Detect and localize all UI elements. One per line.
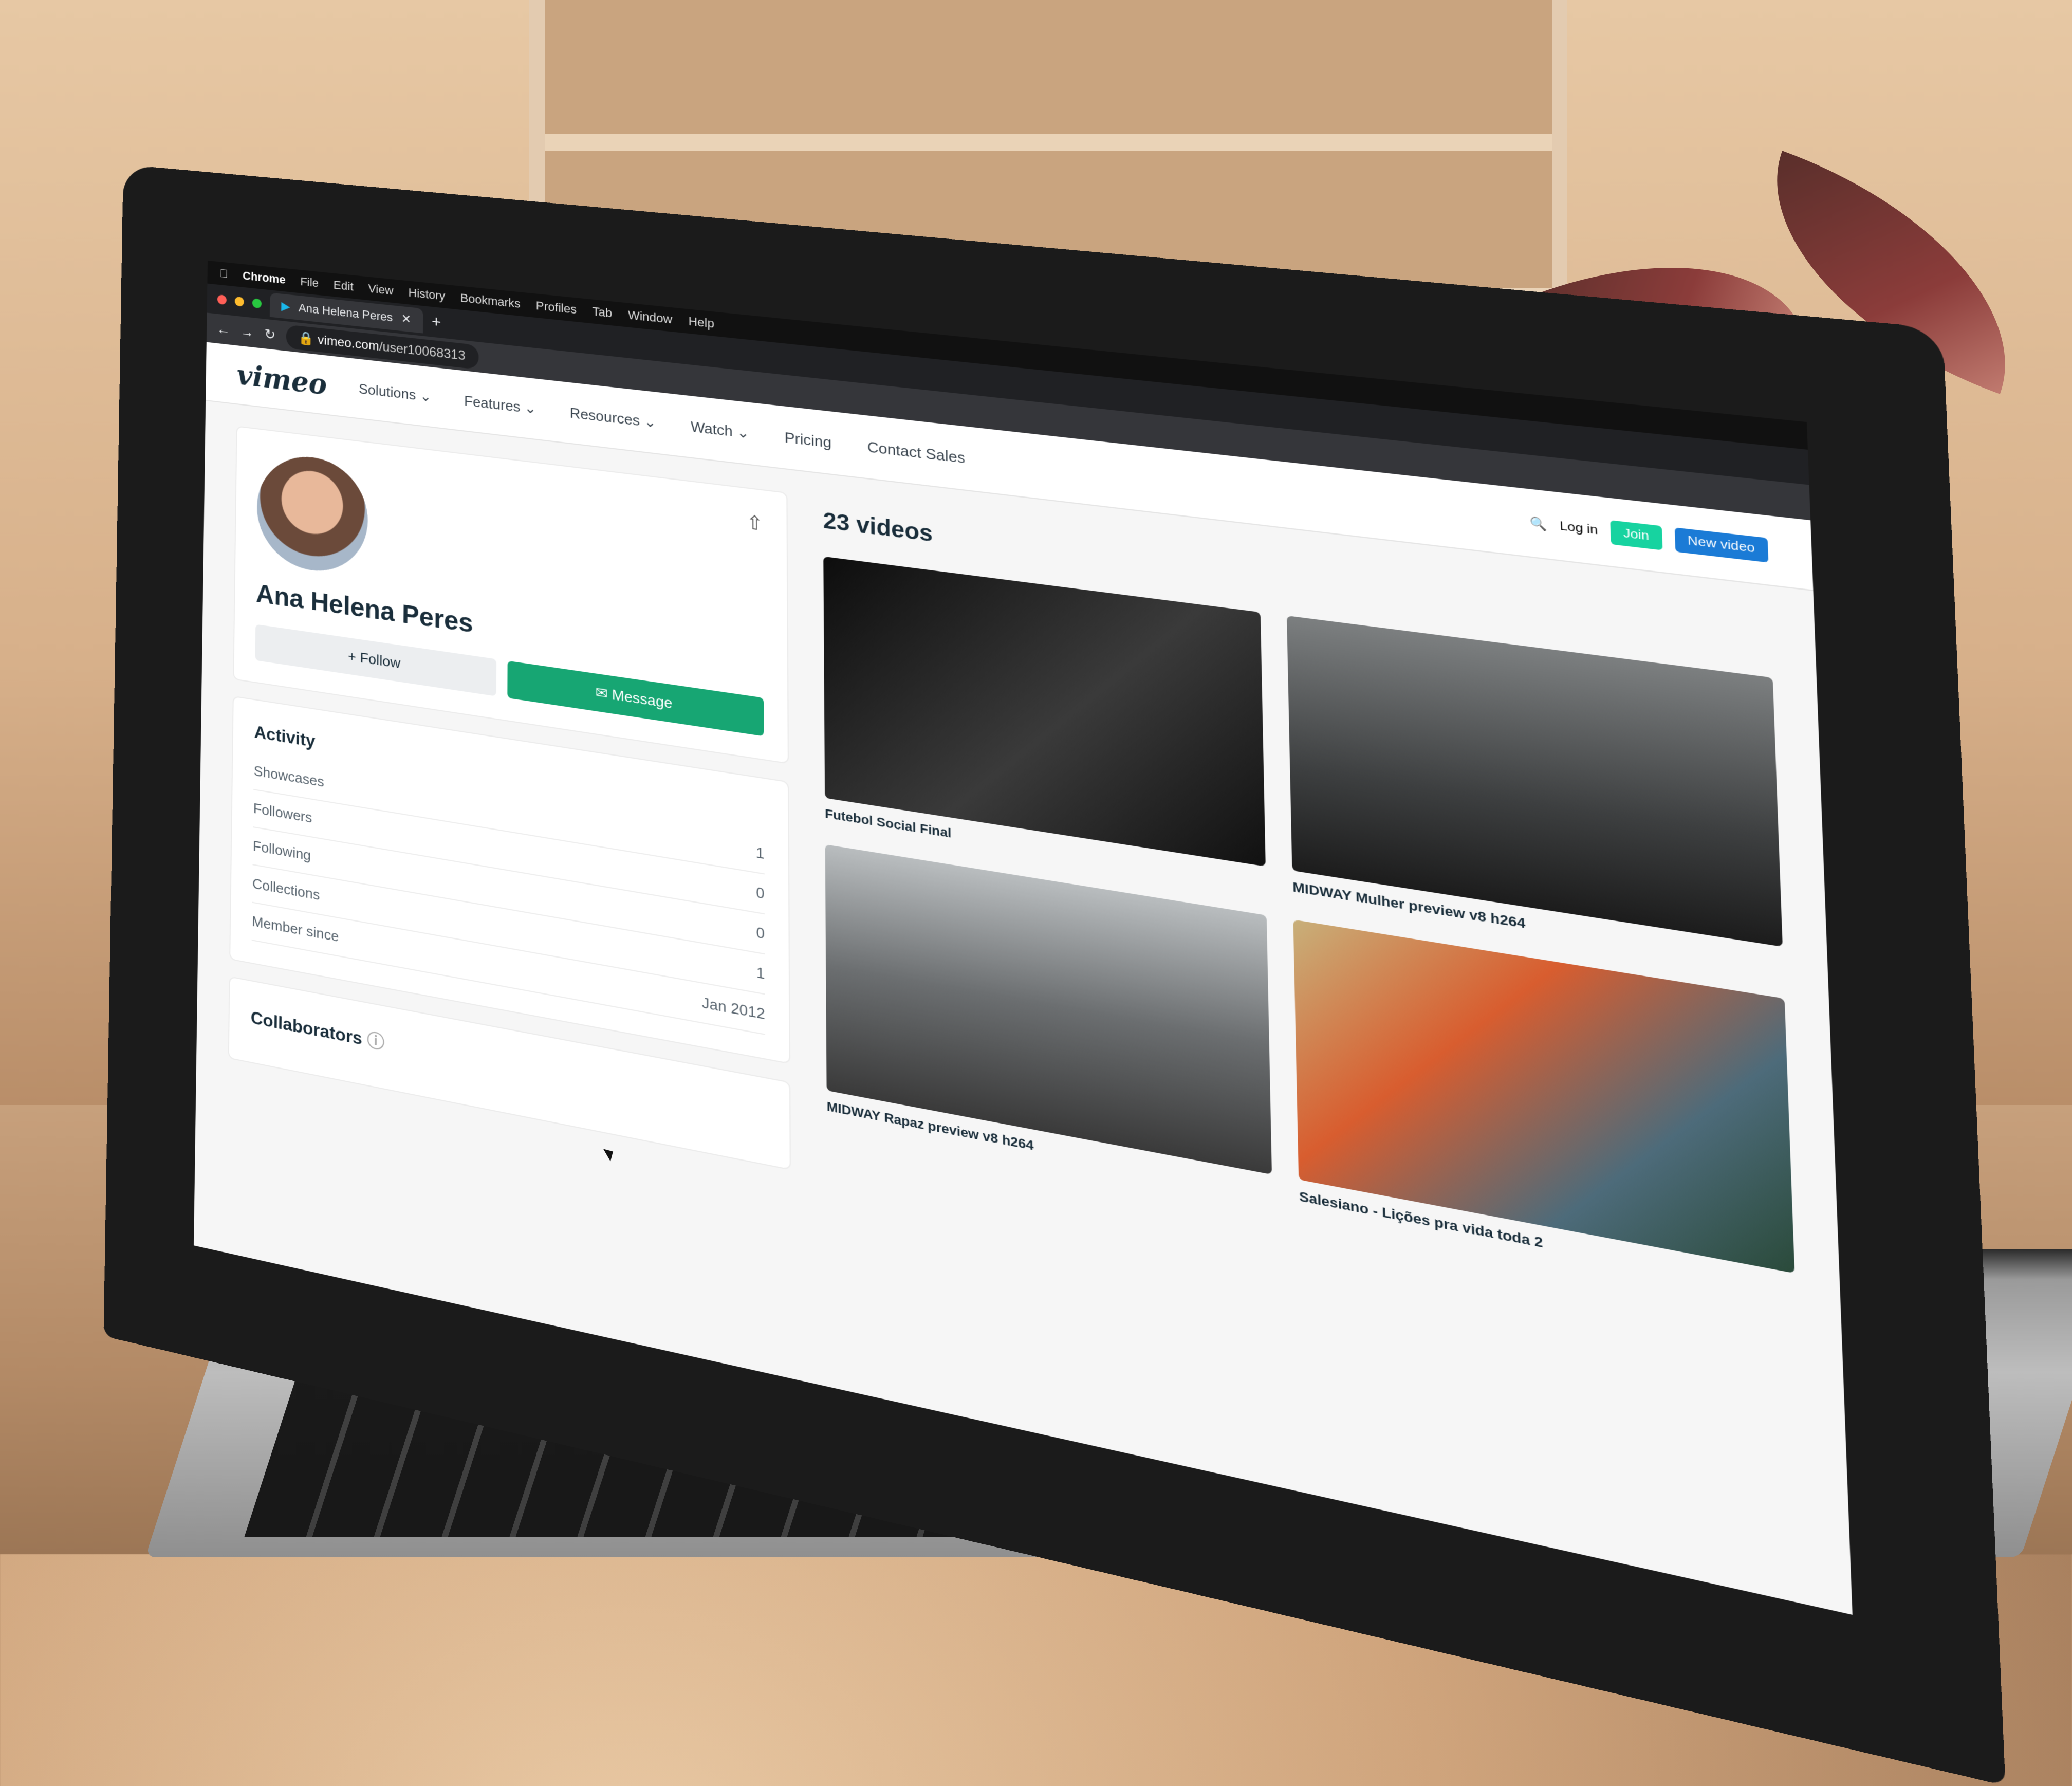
video-item[interactable]: MIDWAY Rapaz preview v8 h264 — [825, 844, 1272, 1200]
vimeo-favicon-icon: ▶ — [281, 299, 290, 314]
apple-icon[interactable]:  — [219, 266, 228, 281]
lock-icon: 🔒 — [299, 330, 318, 347]
forward-icon[interactable]: → — [240, 323, 254, 341]
menu-edit[interactable]: Edit — [334, 278, 354, 294]
nav-pricing[interactable]: Pricing — [785, 429, 832, 452]
tab-title: Ana Helena Peres — [299, 301, 393, 324]
nav-resources[interactable]: Resources ⌄ — [570, 404, 656, 431]
url-path: /user10068313 — [379, 339, 466, 363]
video-item[interactable]: MIDWAY Mulher preview v8 h264 — [1287, 616, 1784, 973]
menu-chrome[interactable]: Chrome — [243, 269, 286, 287]
new-video-button[interactable]: New video — [1674, 527, 1768, 562]
menu-history[interactable]: History — [409, 286, 446, 303]
login-link[interactable]: Log in — [1560, 519, 1598, 538]
url-host: vimeo.com — [318, 333, 379, 354]
laptop-screen:  Chrome File Edit View History Bookmark… — [194, 261, 1853, 1615]
new-tab-icon[interactable]: + — [432, 312, 441, 332]
mail-icon: ✉ — [596, 684, 612, 703]
video-thumbnail[interactable] — [1293, 919, 1794, 1273]
video-item[interactable]: Salesiano - Lições pra vida toda 2 — [1293, 919, 1796, 1300]
reload-icon[interactable]: ↻ — [264, 325, 275, 343]
info-icon[interactable]: ⓘ — [367, 1029, 384, 1053]
video-item[interactable]: Futebol Social Final — [823, 557, 1266, 891]
menu-profiles[interactable]: Profiles — [536, 299, 577, 317]
video-grid: Futebol Social Final MIDWAY Mulher previ… — [823, 557, 1796, 1300]
menu-bookmarks[interactable]: Bookmarks — [460, 291, 521, 311]
vimeo-logo[interactable]: vimeo — [237, 358, 327, 401]
minimize-window-icon[interactable] — [235, 297, 244, 307]
back-icon[interactable]: ← — [217, 320, 230, 338]
nav-solutions[interactable]: Solutions ⌄ — [359, 380, 432, 406]
menu-help[interactable]: Help — [688, 314, 714, 331]
header-actions: 🔍 Log in Join New video — [1529, 511, 1768, 562]
menu-tab[interactable]: Tab — [592, 304, 612, 321]
nav-features[interactable]: Features ⌄ — [464, 392, 536, 417]
profile-sidebar: ⇧ Ana Helena Peres + Follow ✉ Message Ac… — [228, 426, 791, 1188]
videos-section: 23 videos Futebol Social Final MIDWAY Mu… — [823, 496, 1799, 1390]
avatar — [256, 451, 368, 578]
menu-window[interactable]: Window — [628, 308, 672, 327]
maximize-window-icon[interactable] — [252, 298, 262, 308]
share-icon[interactable]: ⇧ — [746, 511, 763, 536]
nav-watch[interactable]: Watch ⌄ — [691, 418, 750, 442]
nav-contact-sales[interactable]: Contact Sales — [867, 438, 966, 467]
menu-view[interactable]: View — [368, 282, 393, 298]
close-tab-icon[interactable]: ✕ — [401, 311, 411, 326]
search-icon[interactable]: 🔍 — [1530, 515, 1547, 532]
menu-file[interactable]: File — [300, 274, 319, 290]
close-window-icon[interactable] — [217, 294, 227, 305]
join-button[interactable]: Join — [1610, 520, 1662, 550]
